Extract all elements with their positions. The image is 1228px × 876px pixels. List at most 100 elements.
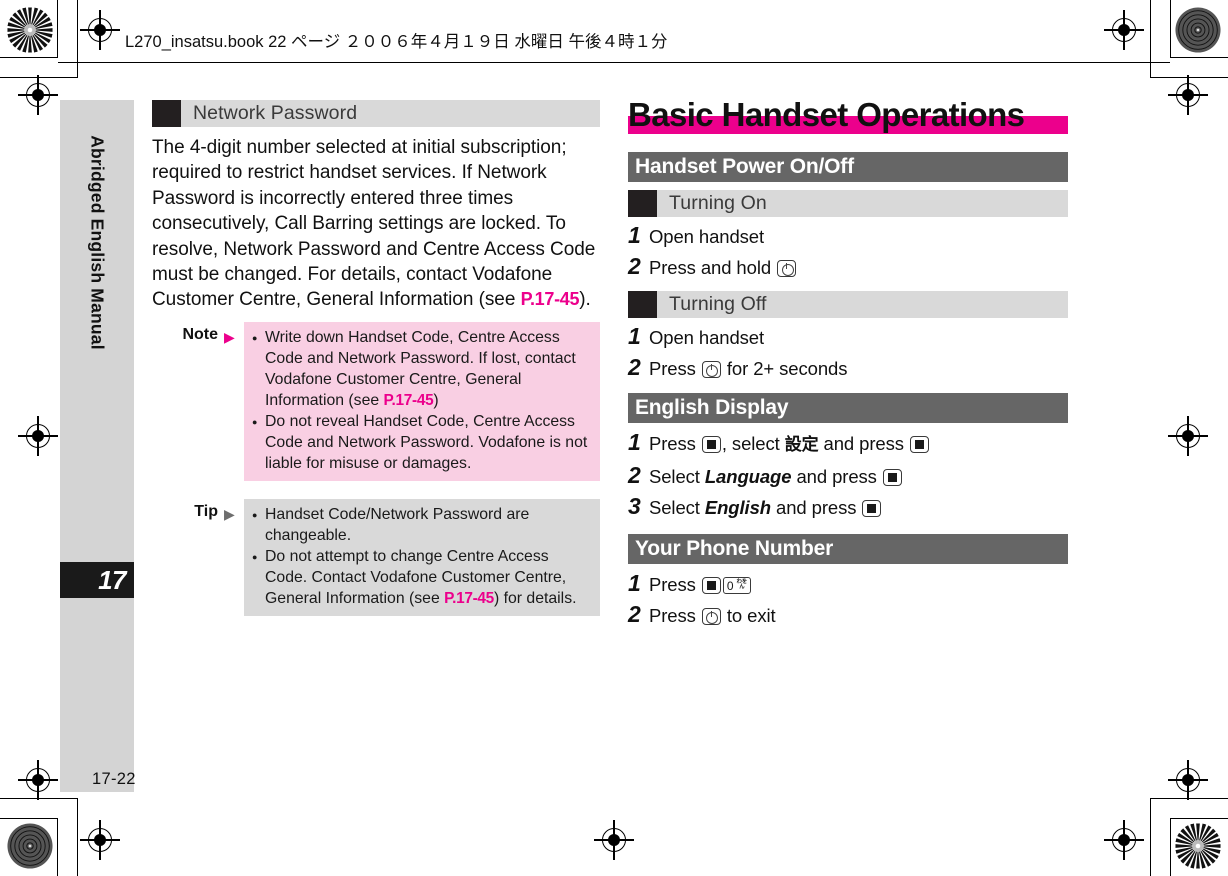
step-row: 2 Select Language and press <box>628 464 1068 488</box>
subhead-turning-on: Turning On <box>628 190 1068 217</box>
subhead-marker-icon <box>628 190 657 217</box>
body-text-main: The 4-digit number selected at initial s… <box>152 137 596 311</box>
section-header-english-display: English Display <box>628 393 1068 423</box>
registration-mark-bottom-right <box>1104 820 1144 860</box>
step-number: 1 <box>628 323 641 349</box>
note-list: Write down Handset Code, Centre Access C… <box>252 327 592 474</box>
step-row: 2 Press for 2+ seconds <box>628 356 1068 380</box>
step-text: Select English and press <box>649 496 882 519</box>
page-reference-link[interactable]: P.17-45 <box>521 289 580 309</box>
tip-arrow-icon: ▶ <box>224 505 235 522</box>
list-item: Do not attempt to change Centre Access C… <box>252 546 592 609</box>
chapter-title-wrap: Basic Handset Operations <box>628 98 1068 142</box>
subhead-label: Network Password <box>193 102 358 124</box>
step-number: 2 <box>628 354 641 380</box>
starburst-target-bottom-left <box>7 823 53 869</box>
body-text-tail: ). <box>579 289 591 311</box>
step-row: 2 Press to exit <box>628 603 1068 627</box>
step-number: 2 <box>628 601 641 627</box>
registration-mark-bottom-center <box>594 820 634 860</box>
section-header-your-phone-number: Your Phone Number <box>628 534 1068 564</box>
step-text-part: for 2+ seconds <box>721 358 848 379</box>
subhead-marker-icon <box>152 100 181 127</box>
registration-mark-right-lower <box>1168 760 1208 800</box>
tip-callout: Tip ▶ Handset Code/Network Password are … <box>152 498 600 616</box>
list-item: Write down Handset Code, Centre Access C… <box>252 327 592 411</box>
step-text-part: and press <box>770 497 862 518</box>
step-text-part: and press <box>791 466 882 487</box>
step-number: 2 <box>628 253 641 279</box>
power-key-icon[interactable] <box>701 608 721 625</box>
step-row: 1 Open handset <box>628 224 1068 248</box>
step-row: 3 Select English and press <box>628 495 1068 519</box>
note-box: Write down Handset Code, Centre Access C… <box>244 321 600 481</box>
step-text-part: , select <box>721 433 785 454</box>
menu-key-icon[interactable] <box>909 436 929 453</box>
subhead-marker-icon <box>628 291 657 318</box>
step-text-part: Press <box>649 433 701 454</box>
section-header-handset-power: Handset Power On/Off <box>628 152 1068 182</box>
sidebar-manual-label: Abridged English Manual <box>87 135 108 350</box>
menu-key-icon[interactable] <box>701 436 721 453</box>
page-title-text: Basic Handset Operations <box>628 96 1025 133</box>
subhead-label: Turning On <box>669 192 767 214</box>
sidebar: Abridged English Manual 17 <box>60 100 134 792</box>
menu-key-icon[interactable] <box>862 500 882 517</box>
tip-label: Tip <box>194 502 218 520</box>
power-key-icon[interactable] <box>777 260 797 277</box>
step-text-part: Select <box>649 497 705 518</box>
subhead-network-password: Network Password <box>152 100 600 127</box>
page-reference-link[interactable]: P.17-45 <box>444 590 494 607</box>
right-column: Basic Handset Operations Handset Power O… <box>628 98 1068 634</box>
step-text: Press to exit <box>649 604 776 627</box>
power-key-icon[interactable] <box>701 361 721 378</box>
step-text-part: Open handset <box>649 327 765 348</box>
step-number: 2 <box>628 462 641 488</box>
zero-key-digit: 0 <box>726 579 734 593</box>
note-item-tail: ) <box>433 391 439 409</box>
japanese-menu-label: 設定 <box>784 435 819 455</box>
starburst-target-bottom-right <box>1175 823 1221 869</box>
step-row: 1 Press 0 わをん <box>628 572 1068 596</box>
step-text-part: to exit <box>721 605 776 626</box>
step-text-part: Press <box>649 358 701 379</box>
registration-mark-left-lower <box>18 760 58 800</box>
menu-key-icon[interactable] <box>701 577 721 594</box>
step-text: Open handset <box>649 326 764 349</box>
registration-mark-top-right <box>1104 10 1144 50</box>
step-row: 1 Press , select 設定 and press <box>628 431 1068 457</box>
left-column: Network Password The 4-digit number sele… <box>152 100 600 616</box>
print-slug-line: L270_insatsu.book 22 ページ ２００６年４月１９日 水曜日 … <box>125 33 668 51</box>
step-text: Press 0 わをん <box>649 573 752 596</box>
registration-mark-left-upper <box>18 75 58 115</box>
starburst-icon <box>7 823 53 869</box>
sidebar-chapter-tab: 17 <box>60 562 134 598</box>
page-number: 17-22 <box>92 770 136 788</box>
step-text-part: Press and hold <box>649 257 777 278</box>
tip-box: Handset Code/Network Password are change… <box>244 498 600 616</box>
zero-key-icon[interactable]: 0 わをん <box>722 577 751 594</box>
step-text-part: Press <box>649 574 701 595</box>
starburst-icon <box>1175 7 1221 53</box>
tip-list: Handset Code/Network Password are change… <box>252 504 592 609</box>
list-item: Handset Code/Network Password are change… <box>252 504 592 546</box>
list-item: Do not reveal Handset Code, Centre Acces… <box>252 411 592 474</box>
starburst-icon <box>7 7 53 53</box>
step-row: 2 Press and hold <box>628 255 1068 279</box>
starburst-target-top-left <box>7 7 53 53</box>
note-callout: Note ▶ Write down Handset Code, Centre A… <box>152 321 600 481</box>
step-number: 3 <box>628 493 641 519</box>
step-row: 1 Open handset <box>628 325 1068 349</box>
page-reference-link[interactable]: P.17-45 <box>384 392 434 409</box>
menu-option-label: English <box>704 497 771 518</box>
network-password-body: The 4-digit number selected at initial s… <box>152 135 600 313</box>
note-item-text: Do not reveal Handset Code, Centre Acces… <box>265 412 588 472</box>
registration-mark-right-upper <box>1168 75 1208 115</box>
registration-mark-right-middle <box>1168 416 1208 456</box>
step-text-part: and press <box>818 433 909 454</box>
step-text: Press and hold <box>649 256 797 279</box>
header-rule <box>58 62 1170 64</box>
menu-key-icon[interactable] <box>882 469 902 486</box>
tip-item-text: Handset Code/Network Password are change… <box>265 505 530 544</box>
note-arrow-icon: ▶ <box>224 328 235 345</box>
